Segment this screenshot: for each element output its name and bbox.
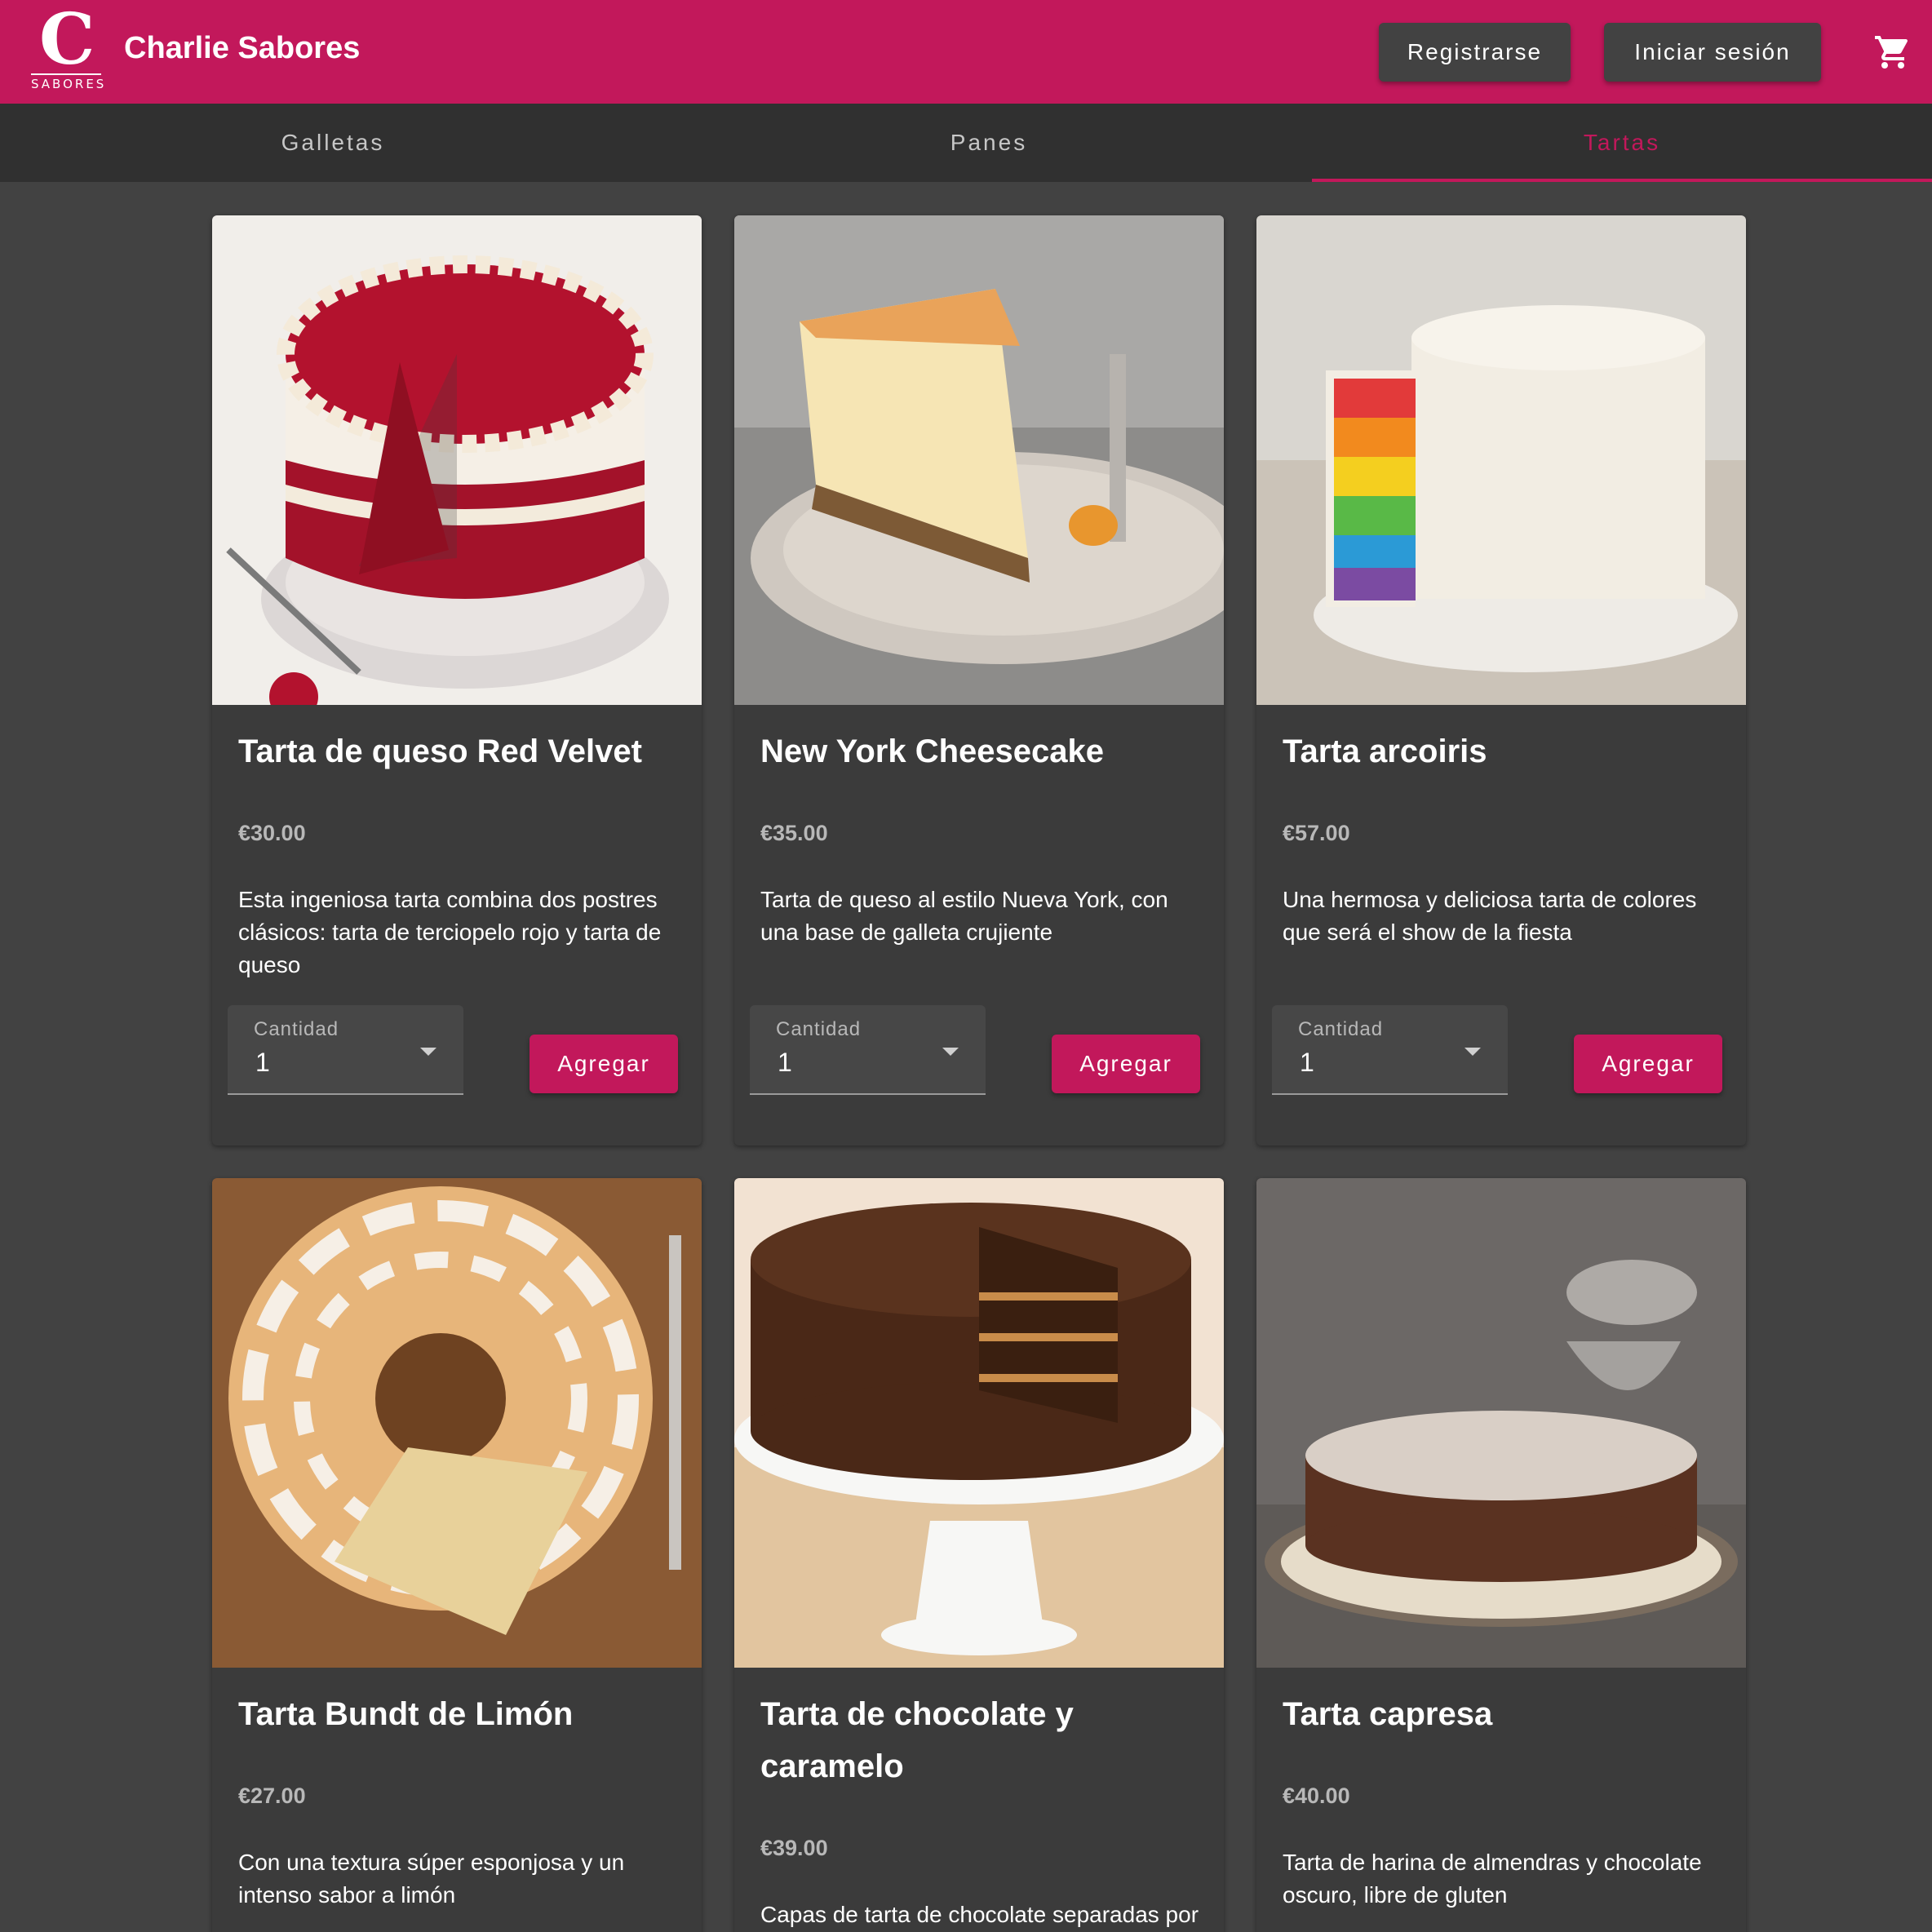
product-card: Tarta de chocolate y caramelo €39.00 Cap… [734, 1178, 1224, 1932]
quantity-select[interactable]: Cantidad 1 [1272, 1005, 1508, 1095]
product-title: Tarta capresa [1283, 1696, 1493, 1732]
tab-tartas[interactable]: Tartas [1312, 104, 1932, 182]
quantity-label: Cantidad [1298, 1018, 1384, 1040]
product-title: New York Cheesecake [760, 733, 1104, 769]
torta-caprese-image [1256, 1178, 1746, 1668]
brand-logo[interactable]: C SABORES [31, 5, 104, 91]
register-button[interactable]: Registrarse [1379, 23, 1571, 82]
product-price: €40.00 [1283, 1784, 1350, 1808]
add-to-cart-button[interactable]: Agregar [1574, 1035, 1722, 1093]
product-price: €27.00 [238, 1784, 306, 1808]
product-grid: Tarta de queso Red Velvet €30.00 Esta in… [0, 182, 1932, 1932]
logo-wordmark: SABORES [31, 73, 104, 91]
quantity-select[interactable]: Cantidad 1 [750, 1005, 986, 1095]
product-description: Una hermosa y deliciosa tarta de colores… [1283, 887, 1697, 945]
product-price: €30.00 [238, 821, 306, 845]
product-card: Tarta arcoiris €57.00 Una hermosa y deli… [1256, 215, 1746, 1145]
product-card: Tarta Bundt de Limón €27.00 Con una text… [212, 1178, 702, 1932]
product-card: New York Cheesecake €35.00 Tarta de ques… [734, 215, 1224, 1145]
product-title: Tarta Bundt de Limón [238, 1696, 574, 1732]
quantity-value: 1 [1300, 1048, 1314, 1077]
product-description: Tarta de harina de almendras y chocolate… [1283, 1850, 1702, 1908]
brand-name[interactable]: Charlie Sabores [124, 31, 360, 66]
product-title: Tarta arcoiris [1283, 733, 1487, 769]
quantity-select[interactable]: Cantidad 1 [228, 1005, 463, 1095]
dropdown-arrow-icon [942, 1048, 959, 1056]
lemon-bundt-cake-image [212, 1178, 702, 1668]
add-to-cart-button[interactable]: Agregar [1052, 1035, 1200, 1093]
tab-panes[interactable]: Panes [666, 104, 1312, 182]
app-bar: C SABORES Charlie Sabores Registrarse In… [0, 0, 1932, 104]
product-title: Tarta de queso Red Velvet [238, 733, 642, 769]
product-card: Tarta capresa €40.00 Tarta de harina de … [1256, 1178, 1746, 1932]
product-description: Capas de tarta de chocolate separadas po… [760, 1902, 1199, 1927]
dropdown-arrow-icon [420, 1048, 436, 1056]
product-title: Tarta de chocolate y caramelo [760, 1696, 1074, 1784]
quantity-label: Cantidad [776, 1018, 862, 1040]
category-tabs: Galletas Panes Tartas [0, 104, 1932, 182]
product-price: €39.00 [760, 1836, 828, 1860]
product-card: Tarta de queso Red Velvet €30.00 Esta in… [212, 215, 702, 1145]
add-to-cart-button[interactable]: Agregar [530, 1035, 678, 1093]
product-description: Esta ingeniosa tarta combina dos postres… [238, 887, 662, 977]
product-price: €57.00 [1283, 821, 1350, 845]
dropdown-arrow-icon [1465, 1048, 1481, 1056]
shopping-cart-icon[interactable] [1873, 33, 1912, 72]
login-button[interactable]: Iniciar sesión [1604, 23, 1821, 82]
tab-galletas[interactable]: Galletas [0, 104, 666, 182]
quantity-value: 1 [255, 1048, 270, 1077]
rainbow-cake-image [1256, 215, 1746, 705]
product-description: Con una textura súper esponjosa y un int… [238, 1850, 625, 1908]
new-york-cheesecake-image [734, 215, 1224, 705]
chocolate-caramel-cake-image [734, 1178, 1224, 1668]
red-velvet-cheesecake-image [212, 215, 702, 705]
quantity-value: 1 [778, 1048, 792, 1077]
product-description: Tarta de queso al estilo Nueva York, con… [760, 887, 1168, 945]
product-price: €35.00 [760, 821, 828, 845]
logo-letter: C [39, 0, 95, 81]
quantity-label: Cantidad [254, 1018, 339, 1040]
